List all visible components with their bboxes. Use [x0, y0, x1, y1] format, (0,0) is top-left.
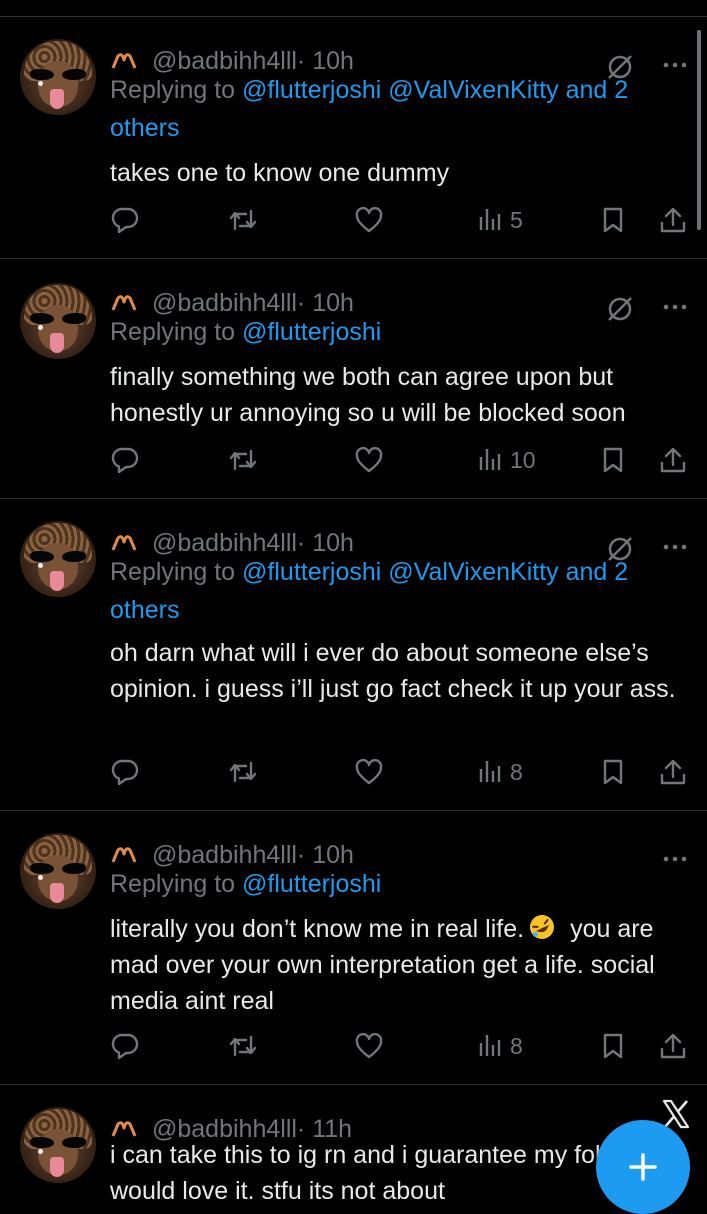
share-icon	[660, 207, 686, 233]
like-button[interactable]	[354, 1029, 384, 1063]
replying-to: Replying to @flutterjoshi	[110, 313, 690, 351]
views-icon	[479, 449, 501, 470]
heart-hands-emoji	[111, 535, 137, 551]
share-icon	[660, 759, 686, 785]
retweet-icon	[229, 449, 257, 471]
bookmark-icon	[603, 1033, 623, 1059]
mention-links[interactable]: @flutterjoshi	[242, 870, 381, 898]
views-button[interactable]: 8	[476, 1029, 523, 1063]
share-button[interactable]	[658, 755, 688, 789]
like-button[interactable]	[354, 443, 384, 477]
reply-icon	[111, 447, 139, 474]
share-button[interactable]	[658, 443, 688, 477]
reply-button[interactable]	[110, 203, 140, 237]
reply-button[interactable]	[110, 1029, 140, 1063]
reply-icon	[111, 1033, 139, 1060]
bookmark-button[interactable]	[598, 443, 628, 477]
tweet-2[interactable]: @badbihh4lll· 10h Replying to @flutterjo…	[0, 258, 707, 499]
reply-icon	[111, 207, 139, 234]
bookmark-button[interactable]	[598, 755, 628, 789]
heart-hands-emoji	[111, 53, 137, 69]
retweet-button[interactable]	[228, 1029, 258, 1063]
rofl-emoji	[530, 915, 555, 939]
tweet-text: oh darn what will i ever do about someon…	[110, 639, 676, 703]
retweet-icon	[229, 209, 257, 231]
heart-hands-emoji	[111, 847, 137, 863]
bookmark-icon	[603, 207, 623, 233]
reply-button[interactable]	[110, 755, 140, 789]
views-button[interactable]: 10	[476, 443, 536, 477]
views-button[interactable]: 5	[476, 203, 523, 237]
replying-to: Replying to @flutterjoshi	[110, 865, 690, 903]
share-button[interactable]	[658, 1029, 688, 1063]
tweet-text: takes one to know one dummy	[110, 159, 450, 187]
tweet-3[interactable]: @badbihh4lll· 10h Replying to @flutterjo…	[0, 498, 707, 811]
share-icon	[660, 1033, 686, 1059]
tweet-4[interactable]: @badbihh4lll· 10h Replying to @flutterjo…	[0, 810, 707, 1085]
replying-to: Replying to @flutterjoshi @ValVixenKitty…	[110, 71, 690, 147]
views-icon	[479, 209, 501, 230]
tweet-text: finally something we both can agree upon…	[110, 363, 626, 427]
views-icon	[479, 1035, 501, 1056]
retweet-button[interactable]	[228, 203, 258, 237]
heart-icon	[355, 446, 383, 473]
tweet-text-part-1: literally you don’t know me in real life…	[110, 915, 525, 943]
views-button[interactable]: 8	[476, 755, 523, 789]
bookmark-icon	[603, 759, 623, 785]
avatar[interactable]	[20, 833, 96, 909]
heart-hands-emoji	[111, 295, 137, 311]
like-button[interactable]	[354, 755, 384, 789]
action-bar: 8	[110, 755, 700, 789]
action-bar: 10	[110, 443, 700, 477]
retweet-icon	[229, 1035, 257, 1057]
plus-icon	[629, 1153, 657, 1181]
views-count: 8	[510, 758, 523, 785]
replying-label: Replying to	[110, 76, 243, 104]
replying-label: Replying to	[110, 558, 243, 586]
reply-button[interactable]	[110, 443, 140, 477]
avatar[interactable]	[20, 283, 96, 359]
retweet-button[interactable]	[228, 443, 258, 477]
heart-icon	[355, 758, 383, 785]
heart-hands-emoji	[111, 1121, 137, 1137]
like-button[interactable]	[354, 203, 384, 237]
retweet-icon	[229, 761, 257, 783]
views-count: 8	[510, 1032, 523, 1059]
replying-label: Replying to	[110, 870, 243, 898]
bookmark-button[interactable]	[598, 203, 628, 237]
share-icon	[660, 447, 686, 473]
bookmark-button[interactable]	[598, 1029, 628, 1063]
tweet-1[interactable]: @badbihh4lll· 10h Replying to @flutterjo…	[0, 16, 707, 259]
heart-icon	[355, 1032, 383, 1059]
retweet-button[interactable]	[228, 755, 258, 789]
views-count: 10	[510, 446, 536, 473]
views-count: 5	[510, 206, 523, 233]
avatar[interactable]	[20, 1107, 96, 1183]
avatar[interactable]	[20, 39, 96, 115]
avatar[interactable]	[20, 521, 96, 597]
action-bar: 8	[110, 1029, 700, 1063]
action-bar: 5	[110, 203, 700, 237]
reply-icon	[111, 759, 139, 786]
share-button[interactable]	[658, 203, 688, 237]
replying-to: Replying to @flutterjoshi @ValVixenKitty…	[110, 553, 690, 629]
bookmark-icon	[603, 447, 623, 473]
replying-label: Replying to	[110, 318, 243, 346]
mention-links[interactable]: @flutterjoshi	[242, 318, 381, 346]
views-icon	[479, 761, 501, 782]
heart-icon	[355, 206, 383, 233]
tweet-text: literally you don’t know me in real life…	[110, 911, 700, 1019]
